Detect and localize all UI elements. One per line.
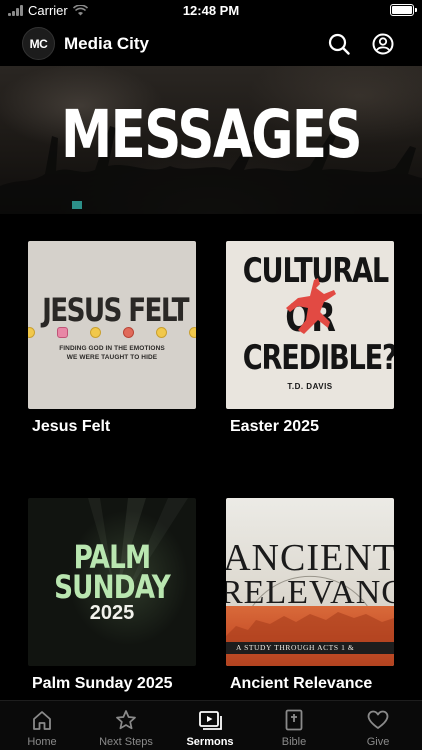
art-subtitle-line2: WE WERE TAUGHT TO HIDE bbox=[66, 354, 158, 361]
app-logo[interactable]: MC bbox=[22, 27, 55, 60]
series-card-palm-sunday-2025[interactable]: PALM SUNDAY 2025 Palm Sunday 2025 bbox=[28, 498, 196, 692]
hero-banner: MESSAGES bbox=[0, 66, 422, 214]
tab-next-steps[interactable]: Next Steps bbox=[84, 707, 168, 748]
app-header: MC Media City bbox=[0, 22, 422, 66]
series-thumbnail[interactable]: CULTURAL OR CREDIBLE? T.D. DAVIS bbox=[226, 241, 394, 409]
tab-label: Bible bbox=[281, 736, 307, 748]
tab-bible[interactable]: Bible bbox=[252, 707, 336, 748]
tab-give[interactable]: Give bbox=[336, 707, 420, 748]
series-title[interactable]: Ancient Relevance bbox=[230, 675, 372, 693]
profile-button[interactable] bbox=[371, 32, 395, 56]
art-line3: CREDIBLE? bbox=[242, 338, 394, 378]
emoji-icon bbox=[28, 327, 35, 338]
search-icon bbox=[328, 33, 350, 55]
tab-home[interactable]: Home bbox=[0, 707, 84, 748]
profile-icon bbox=[372, 33, 394, 55]
status-bar: Carrier 12:48 PM bbox=[0, 0, 422, 22]
battery-icon bbox=[390, 4, 417, 16]
ruins-image bbox=[226, 606, 394, 666]
bible-icon bbox=[285, 709, 303, 731]
tab-bar: Home Next Steps Sermons Bible Give bbox=[0, 700, 422, 750]
star-icon bbox=[116, 710, 136, 730]
status-time: 12:48 PM bbox=[182, 3, 240, 18]
art-headline: JESUS FELT bbox=[42, 291, 189, 329]
emoji-icon bbox=[90, 327, 101, 338]
tab-label: Home bbox=[27, 736, 57, 748]
emoji-icon bbox=[156, 327, 167, 338]
sermons-icon bbox=[199, 711, 222, 730]
angry-emoji-icon bbox=[123, 327, 134, 338]
art-author: T.D. DAVIS bbox=[287, 382, 333, 391]
jumping-figure-icon bbox=[286, 278, 336, 334]
art-subtitle-line1: FINDING GOD IN THE EMOTIONS bbox=[59, 345, 165, 352]
series-thumbnail[interactable]: PALM SUNDAY 2025 bbox=[28, 498, 196, 666]
app-title: Media City bbox=[64, 34, 150, 53]
series-title[interactable]: Jesus Felt bbox=[32, 418, 110, 436]
art-year: 2025 bbox=[89, 602, 135, 624]
home-icon bbox=[33, 711, 51, 730]
series-card-jesus-felt[interactable]: JESUS FELT FINDING GOD IN THE EMOTIONS W… bbox=[28, 241, 196, 435]
tab-label: Next Steps bbox=[99, 736, 153, 748]
series-card-ancient-relevance[interactable]: ANCIENT RELEVANCE A STUDY THROUGH ACTS 1… bbox=[226, 498, 394, 692]
emoji-icon bbox=[189, 327, 196, 338]
search-button[interactable] bbox=[327, 32, 351, 56]
series-title[interactable]: Palm Sunday 2025 bbox=[32, 675, 173, 693]
broken-heart-icon bbox=[57, 327, 68, 338]
series-card-easter-2025[interactable]: CULTURAL OR CREDIBLE? T.D. DAVIS Easter … bbox=[226, 241, 394, 435]
tab-label: Sermons bbox=[186, 736, 234, 748]
heart-icon bbox=[367, 710, 389, 729]
tab-label: Give bbox=[366, 736, 390, 748]
emoji-row bbox=[28, 327, 196, 338]
art-subtitle: FINDING GOD IN THE EMOTIONS WE WERE TAUG… bbox=[28, 344, 196, 362]
series-title[interactable]: Easter 2025 bbox=[230, 418, 319, 436]
tab-sermons[interactable]: Sermons bbox=[168, 707, 252, 748]
art-strip: A STUDY THROUGH ACTS 1 & bbox=[226, 642, 394, 654]
art-line2: SUNDAY bbox=[54, 568, 171, 606]
hero-title: MESSAGES bbox=[60, 96, 363, 173]
series-thumbnail[interactable]: ANCIENT RELEVANCE A STUDY THROUGH ACTS 1… bbox=[226, 498, 394, 666]
series-thumbnail[interactable]: JESUS FELT FINDING GOD IN THE EMOTIONS W… bbox=[28, 241, 196, 409]
